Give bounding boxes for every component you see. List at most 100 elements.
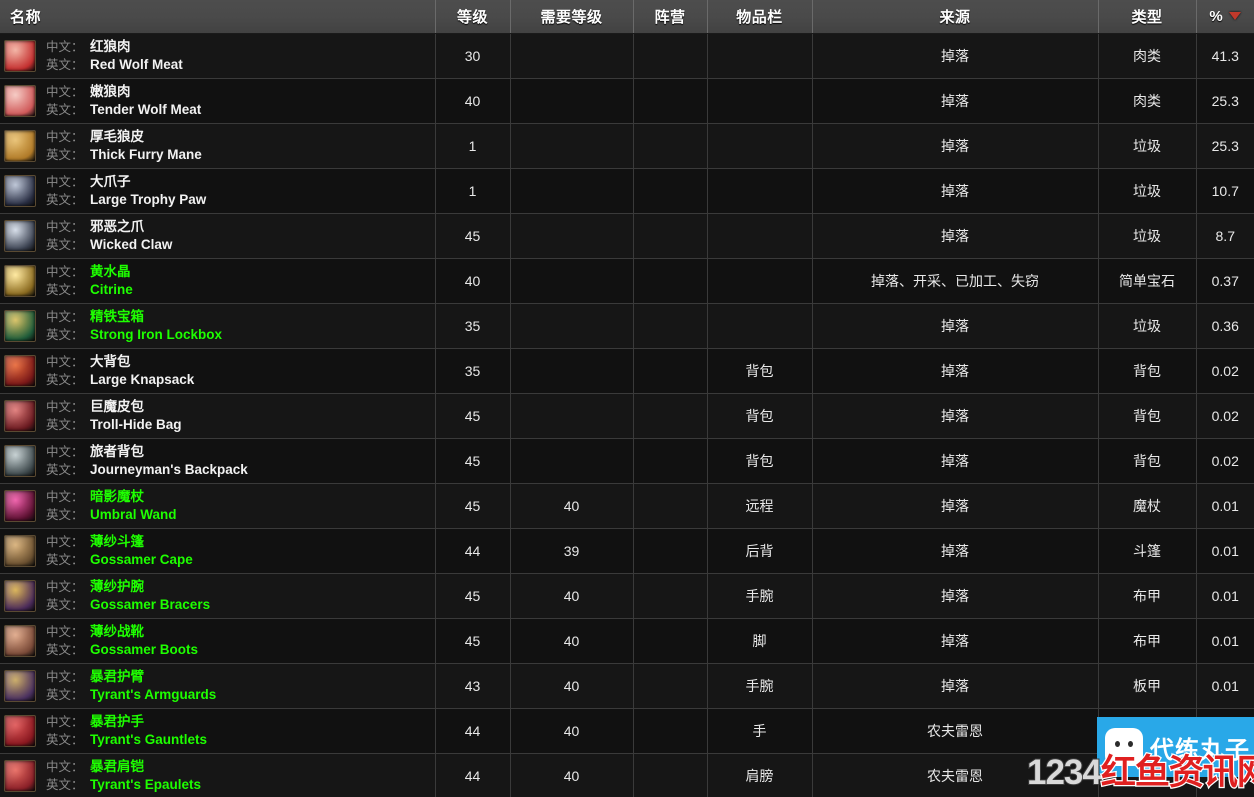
cell-faction [633,618,708,664]
table-row[interactable]: 中文： 邪恶之爪 英文： Wicked Claw 45 掉落 垃圾 8.7 [0,213,1254,259]
column-header-required-level[interactable]: 需要等级 [510,0,634,34]
cell-slot: 背包 [707,438,813,484]
cell-level: 45 [435,573,511,619]
item-icon[interactable] [4,84,36,117]
item-icon[interactable] [4,759,36,792]
label-chinese: 中文： [46,535,84,550]
cell-name[interactable]: 中文： 薄纱护腕 英文： Gossamer Bracers [0,573,436,619]
cell-slot: 手腕 [707,663,813,709]
cell-level: 45 [435,483,511,529]
item-icon[interactable] [4,129,36,162]
cell-name[interactable]: 中文： 薄纱战靴 英文： Gossamer Boots [0,618,436,664]
cell-required-level [510,393,634,439]
cell-faction [633,33,708,79]
item-name-chinese: 厚毛狼皮 [90,129,144,145]
table-row[interactable]: 中文： 大背包 英文： Large Knapsack 35 背包 掉落 背包 0.02 [0,348,1254,394]
cell-slot [707,123,813,169]
item-icon[interactable] [4,309,36,342]
cell-slot [707,78,813,124]
label-chinese: 中文： [46,580,84,595]
item-icon[interactable] [4,39,36,72]
table-row[interactable]: 中文： 暗影魔杖 英文： Umbral Wand 45 40 远程 掉落 魔杖 0.01 [0,483,1254,529]
cell-name[interactable]: 中文： 暴君肩铠 英文： Tyrant's Epaulets [0,753,436,797]
cell-name[interactable]: 中文： 巨魔皮包 英文： Troll-Hide Bag [0,393,436,439]
cell-percent: 0.01 [1196,483,1254,529]
column-header-type[interactable]: 类型 [1098,0,1197,34]
cell-required-level [510,438,634,484]
item-name-english: Wicked Claw [90,236,173,252]
item-name-english: Gossamer Bracers [90,596,211,612]
item-icon[interactable] [4,264,36,297]
item-name-chinese: 大爪子 [90,174,131,190]
cell-name[interactable]: 中文： 大背包 英文： Large Knapsack [0,348,436,394]
column-header-percent[interactable]: % [1196,0,1254,34]
label-chinese: 中文： [46,490,84,505]
cell-required-level: 40 [510,483,634,529]
cell-source: 掉落 [812,528,1099,574]
column-header-level[interactable]: 等级 [435,0,511,34]
label-english: 英文： [46,327,84,342]
cell-faction [633,573,708,619]
cell-name[interactable]: 中文： 暴君护手 英文： Tyrant's Gauntlets [0,708,436,754]
table-header-row: 名称 等级 需要等级 阵营 物品栏 来源 类型 % [0,0,1254,34]
item-icon[interactable] [4,624,36,657]
cell-slot [707,303,813,349]
table-row[interactable]: 中文： 暴君护臂 英文： Tyrant's Armguards 43 40 手腕 掉落 板甲 0.… [0,663,1254,709]
cell-name[interactable]: 中文： 精铁宝箱 英文： Strong Iron Lockbox [0,303,436,349]
column-header-faction[interactable]: 阵营 [633,0,708,34]
sort-descending-icon[interactable] [1229,12,1242,21]
table-row[interactable]: 中文： 红狼肉 英文： Red Wolf Meat 30 掉落 肉类 41.3 [0,33,1254,79]
cell-slot: 背包 [707,393,813,439]
table-row[interactable]: 中文： 暴君护手 英文： Tyrant's Gauntlets 44 40 手农夫雷恩 [0,708,1254,754]
cell-name[interactable]: 中文： 黄水晶 英文： Citrine [0,258,436,304]
cell-name[interactable]: 中文： 厚毛狼皮 英文： Thick Furry Mane [0,123,436,169]
item-icon[interactable] [4,444,36,477]
cell-name[interactable]: 中文： 红狼肉 英文： Red Wolf Meat [0,33,436,79]
label-chinese: 中文： [46,670,84,685]
item-icon[interactable] [4,489,36,522]
item-name-english: Tyrant's Epaulets [90,776,201,792]
item-icon[interactable] [4,534,36,567]
item-icon[interactable] [4,399,36,432]
cell-faction [633,348,708,394]
cell-faction [633,393,708,439]
table-row[interactable]: 中文： 旅者背包 英文： Journeyman's Backpack 45 背包 掉落 背包 0… [0,438,1254,484]
table-row[interactable]: 中文： 嫩狼肉 英文： Tender Wolf Meat 40 掉落 肉类 25.3 [0,78,1254,124]
item-icon[interactable] [4,714,36,747]
item-icon[interactable] [4,174,36,207]
item-name-chinese: 黄水晶 [90,264,131,280]
cell-name[interactable]: 中文： 旅者背包 英文： Journeyman's Backpack [0,438,436,484]
column-header-source[interactable]: 来源 [812,0,1099,34]
cell-percent: 0.01 [1196,663,1254,709]
table-row[interactable]: 中文： 巨魔皮包 英文： Troll-Hide Bag 45 背包 掉落 背包 0.02 [0,393,1254,439]
cell-name[interactable]: 中文： 邪恶之爪 英文： Wicked Claw [0,213,436,259]
cell-name[interactable]: 中文： 薄纱斗篷 英文： Gossamer Cape [0,528,436,574]
label-english: 英文： [46,282,84,297]
table-header: 名称 等级 需要等级 阵营 物品栏 来源 类型 % [0,0,1254,34]
label-chinese: 中文： [46,265,84,280]
cell-required-level [510,213,634,259]
cell-name[interactable]: 中文： 暗影魔杖 英文： Umbral Wand [0,483,436,529]
item-icon[interactable] [4,669,36,702]
cell-percent: 0.02 [1196,348,1254,394]
item-name-chinese: 薄纱护腕 [90,579,144,595]
label-english: 英文： [46,777,84,792]
item-icon[interactable] [4,579,36,612]
table-row[interactable]: 中文： 薄纱护腕 英文： Gossamer Bracers 45 40 手腕 掉落 布甲 0.01 [0,573,1254,619]
cell-source: 掉落 [812,168,1099,214]
table-row[interactable]: 中文： 薄纱战靴 英文： Gossamer Boots 45 40 脚掉落 布甲 0.01 [0,618,1254,664]
cell-name[interactable]: 中文： 嫩狼肉 英文： Tender Wolf Meat [0,78,436,124]
table-row[interactable]: 中文： 薄纱斗篷 英文： Gossamer Cape 44 39 后背 掉落 斗篷 0.01 [0,528,1254,574]
column-header-name[interactable]: 名称 [0,0,436,34]
cell-name[interactable]: 中文： 暴君护臂 英文： Tyrant's Armguards [0,663,436,709]
item-icon[interactable] [4,219,36,252]
table-row[interactable]: 中文： 大爪子 英文： Large Trophy Paw 1 掉落 垃圾 10.7 [0,168,1254,214]
cell-faction [633,438,708,484]
item-name-chinese: 大背包 [90,354,131,370]
cell-name[interactable]: 中文： 大爪子 英文： Large Trophy Paw [0,168,436,214]
item-icon[interactable] [4,354,36,387]
column-header-slot[interactable]: 物品栏 [707,0,813,34]
table-row[interactable]: 中文： 黄水晶 英文： Citrine 40 掉落、开采、已加工、失窃 简单宝石 0.37 [0,258,1254,304]
table-row[interactable]: 中文： 精铁宝箱 英文： Strong Iron Lockbox 35 掉落 垃圾 0.36 [0,303,1254,349]
table-row[interactable]: 中文： 厚毛狼皮 英文： Thick Furry Mane 1 掉落 垃圾 25.3 [0,123,1254,169]
